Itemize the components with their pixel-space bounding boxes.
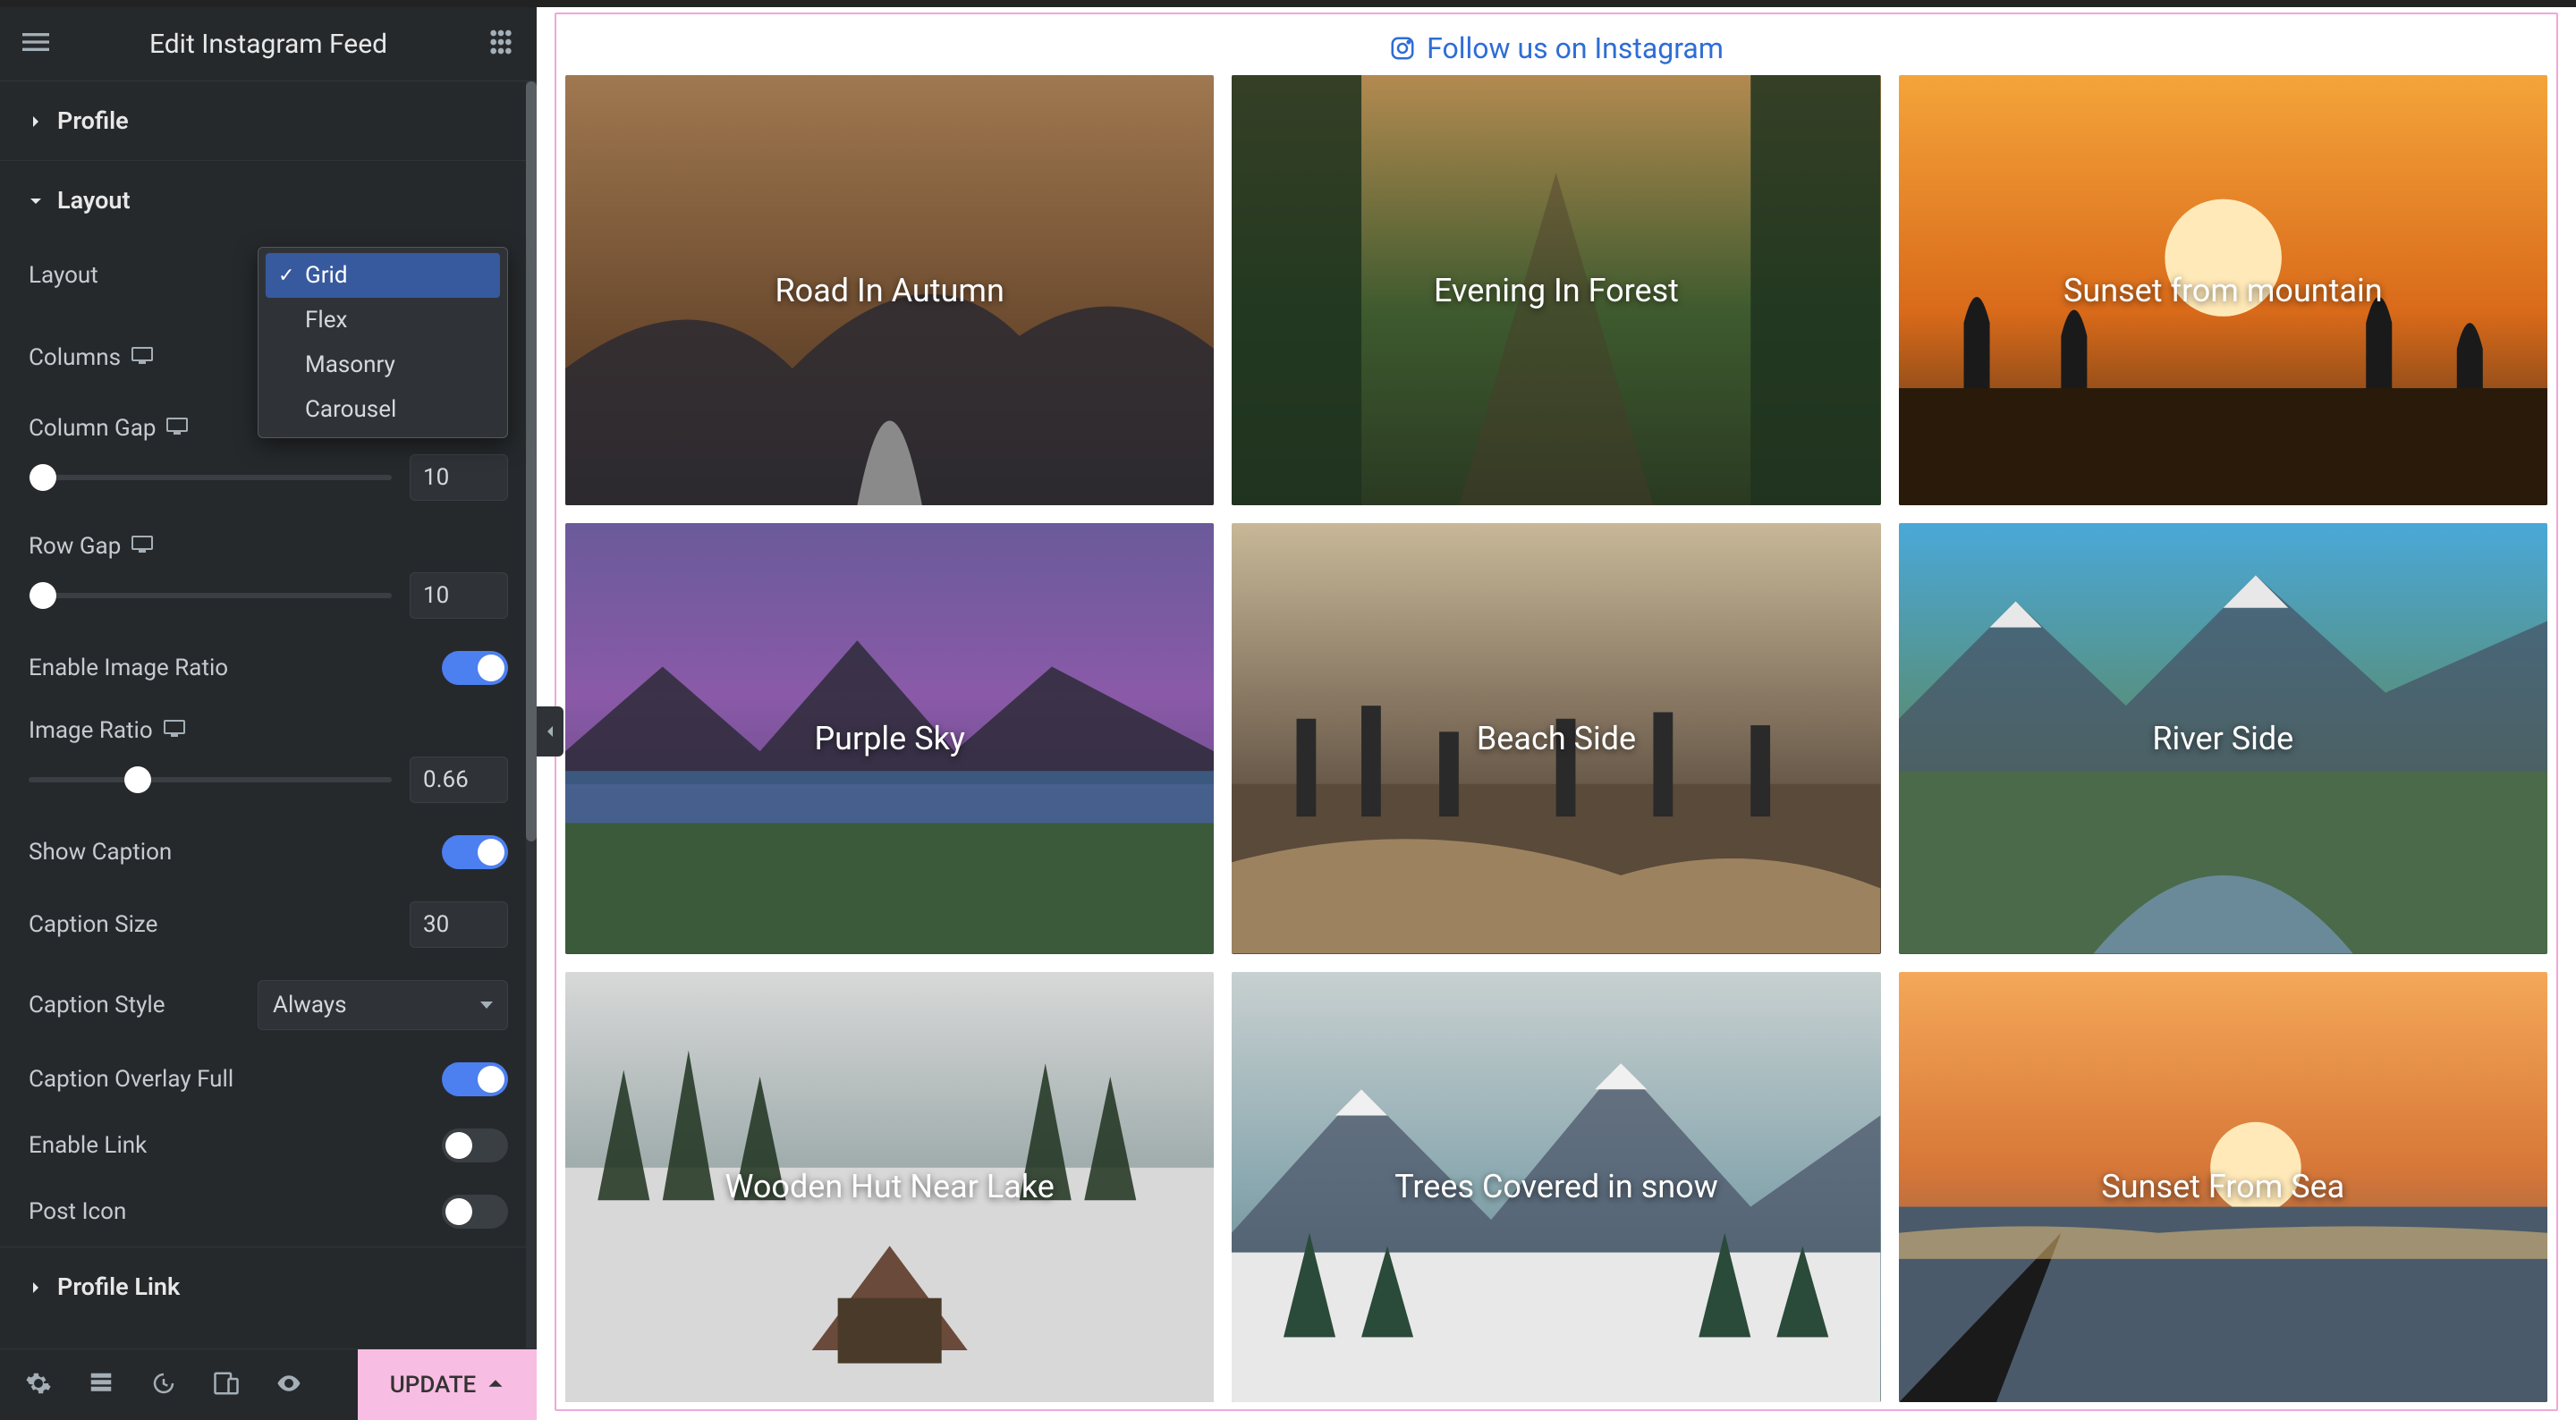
card-caption: Road In Autumn	[565, 75, 1214, 505]
history-icon[interactable]	[150, 1370, 177, 1400]
control-post-icon: Post Icon	[29, 1195, 508, 1229]
control-row-gap: Row Gap	[29, 533, 508, 619]
card-caption: Evening In Forest	[1232, 75, 1880, 505]
label: Caption Style	[29, 992, 165, 1019]
responsive-icon[interactable]	[131, 347, 153, 368]
drag-handle-icon[interactable]	[483, 24, 519, 63]
feed-grid: Road In Autumn Evening In Forest Sunset …	[565, 75, 2547, 1402]
follow-link[interactable]: Follow us on Instagram	[565, 21, 2547, 75]
row-gap-input[interactable]	[410, 572, 508, 619]
layout-dropdown-menu: Grid Flex Masonry Carousel	[258, 247, 508, 438]
responsive-icon[interactable]	[131, 536, 153, 557]
preview-icon[interactable]	[275, 1370, 302, 1400]
feed-card[interactable]: Sunset from mountain	[1899, 75, 2547, 505]
feed-card[interactable]: Purple Sky	[565, 523, 1214, 953]
chevron-right-icon	[29, 106, 47, 135]
settings-icon[interactable]	[25, 1370, 52, 1400]
label: Column Gap	[29, 415, 156, 442]
section-profile[interactable]: Profile	[0, 81, 537, 161]
card-caption: Trees Covered in snow	[1232, 972, 1880, 1402]
feed-card[interactable]: Beach Side	[1232, 523, 1880, 953]
section-title: Profile	[57, 106, 129, 135]
card-caption: Sunset From Sea	[1899, 972, 2547, 1402]
collapse-panel-button[interactable]	[537, 706, 564, 756]
instagram-icon	[1389, 35, 1416, 62]
control-enable-image-ratio: Enable Image Ratio	[29, 651, 508, 685]
control-caption-style: Caption Style Always	[29, 980, 508, 1030]
responsive-icon[interactable]	[166, 418, 188, 439]
label: Show Caption	[29, 839, 172, 866]
navigator-icon[interactable]	[88, 1370, 114, 1400]
section-title: Profile Link	[57, 1272, 180, 1301]
section-profile-link[interactable]: Profile Link	[0, 1247, 537, 1326]
control-enable-link: Enable Link	[29, 1128, 508, 1162]
feed-card[interactable]: Sunset From Sea	[1899, 972, 2547, 1402]
panel-header: Edit Instagram Feed	[0, 7, 537, 81]
card-caption: River Side	[1899, 523, 2547, 953]
scrollbar-track	[526, 81, 537, 1348]
label: Layout	[29, 262, 98, 289]
panel-footer: UPDATE	[0, 1348, 537, 1420]
feed-card[interactable]: River Side	[1899, 523, 2547, 953]
section-layout-header[interactable]: Layout	[0, 161, 537, 240]
control-layout: Layout Grid Grid Flex Masonry Carousel	[29, 250, 508, 300]
panel-title: Edit Instagram Feed	[149, 29, 387, 60]
chevron-down-icon	[29, 186, 47, 215]
dropdown-option-masonry[interactable]: Masonry	[266, 342, 500, 387]
menu-icon[interactable]	[18, 24, 54, 63]
control-caption-overlay-full: Caption Overlay Full	[29, 1062, 508, 1096]
label: Caption Size	[29, 911, 157, 938]
section-layout: Layout Layout Grid Grid Flex Masonr	[0, 161, 537, 1247]
update-button[interactable]: UPDATE	[358, 1349, 537, 1420]
label: Image Ratio	[29, 717, 153, 744]
chevron-right-icon	[29, 1272, 47, 1301]
label: Row Gap	[29, 533, 121, 560]
feed-card[interactable]: Trees Covered in snow	[1232, 972, 1880, 1402]
responsive-icon[interactable]	[164, 720, 185, 741]
caption-style-select[interactable]: Always	[258, 980, 508, 1030]
preview-canvas: Follow us on Instagram Road In Autumn Ev…	[537, 7, 2576, 1420]
column-gap-slider[interactable]	[29, 475, 392, 480]
caption-size-input[interactable]	[410, 901, 508, 948]
label: Enable Image Ratio	[29, 655, 228, 681]
image-ratio-slider[interactable]	[29, 777, 392, 782]
feed-card[interactable]: Evening In Forest	[1232, 75, 1880, 505]
dropdown-option-carousel[interactable]: Carousel	[266, 387, 500, 432]
section-title: Layout	[57, 186, 131, 215]
dropdown-option-flex[interactable]: Flex	[266, 298, 500, 342]
label: Post Icon	[29, 1198, 126, 1225]
feed-card[interactable]: Wooden Hut Near Lake	[565, 972, 1214, 1402]
sidebar: Edit Instagram Feed Profile Layout	[0, 7, 537, 1420]
image-ratio-input[interactable]	[410, 756, 508, 803]
label: Caption Overlay Full	[29, 1066, 233, 1093]
enable-link-toggle[interactable]	[442, 1128, 508, 1162]
feed-card[interactable]: Road In Autumn	[565, 75, 1214, 505]
column-gap-input[interactable]	[410, 454, 508, 501]
caption-overlay-full-toggle[interactable]	[442, 1062, 508, 1096]
card-caption: Sunset from mountain	[1899, 75, 2547, 505]
chevron-up-icon	[487, 1372, 504, 1399]
enable-image-ratio-toggle[interactable]	[442, 651, 508, 685]
card-caption: Purple Sky	[565, 523, 1214, 953]
card-caption: Beach Side	[1232, 523, 1880, 953]
control-caption-size: Caption Size	[29, 901, 508, 948]
dropdown-option-grid[interactable]: Grid	[266, 253, 500, 298]
scrollbar-thumb[interactable]	[526, 81, 537, 841]
card-caption: Wooden Hut Near Lake	[565, 972, 1214, 1402]
control-show-caption: Show Caption	[29, 835, 508, 869]
label: Enable Link	[29, 1132, 147, 1159]
control-image-ratio: Image Ratio	[29, 717, 508, 803]
row-gap-slider[interactable]	[29, 593, 392, 598]
responsive-mode-icon[interactable]	[213, 1370, 240, 1400]
show-caption-toggle[interactable]	[442, 835, 508, 869]
post-icon-toggle[interactable]	[442, 1195, 508, 1229]
label: Columns	[29, 344, 121, 371]
